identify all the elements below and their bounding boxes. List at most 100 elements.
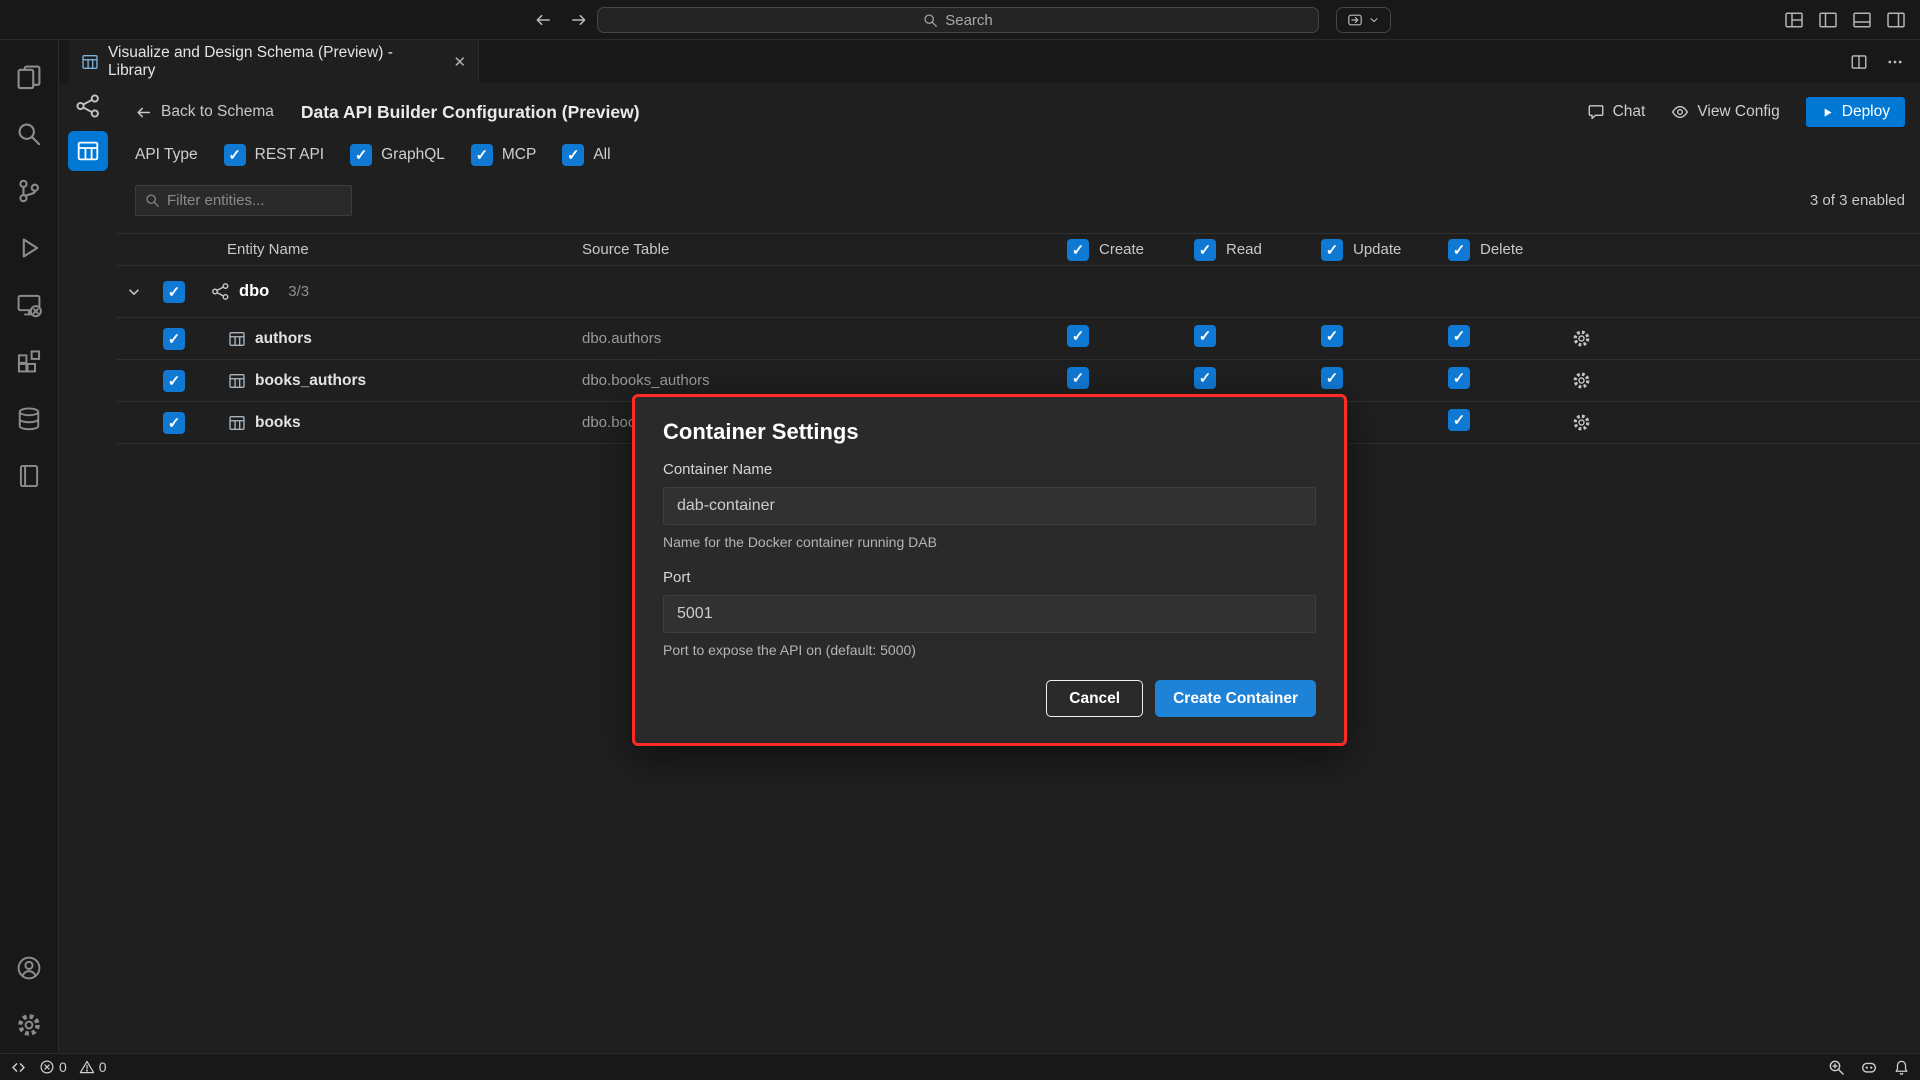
entity-name: books_authors	[255, 372, 366, 390]
update-checkbox[interactable]	[1321, 367, 1343, 389]
filter-entities-input[interactable]	[167, 192, 366, 209]
container-settings-dialog: Container Settings Container Name Name f…	[632, 394, 1347, 746]
eye-icon	[1671, 103, 1689, 121]
more-actions-icon[interactable]	[1886, 53, 1904, 71]
notifications-bell-icon[interactable]	[1893, 1059, 1910, 1076]
filter-rest-api[interactable]: REST API	[224, 144, 325, 166]
split-editor-icon[interactable]	[1850, 53, 1868, 71]
notebook-icon[interactable]	[0, 447, 59, 504]
row-checkbox[interactable]	[163, 370, 185, 392]
search-sidebar-icon[interactable]	[0, 105, 59, 162]
rest-api-checkbox[interactable]	[224, 144, 246, 166]
chat-label: Chat	[1613, 103, 1646, 121]
filter-entities-box	[135, 185, 352, 216]
toggle-secondary-sidebar-icon[interactable]	[1886, 10, 1906, 30]
errors-indicator[interactable]: 0	[39, 1059, 67, 1075]
create-all-checkbox[interactable]	[1067, 239, 1089, 261]
warnings-indicator[interactable]: 0	[79, 1059, 107, 1075]
container-name-input[interactable]	[663, 487, 1316, 525]
row-settings-gear-icon[interactable]	[1572, 413, 1920, 432]
settings-gear-icon[interactable]	[0, 996, 59, 1053]
create-container-button[interactable]: Create Container	[1155, 680, 1316, 717]
rest-api-label: REST API	[255, 146, 325, 164]
row-checkbox[interactable]	[163, 412, 185, 434]
tab-bar: Visualize and Design Schema (Preview) - …	[59, 40, 1920, 83]
table-header-row: Entity Name Source Table Create Read Upd…	[116, 233, 1920, 266]
filter-all[interactable]: All	[562, 144, 610, 166]
read-checkbox[interactable]	[1194, 367, 1216, 389]
schema-group-checkbox[interactable]	[163, 281, 185, 303]
tab-schema-icon	[81, 53, 99, 71]
entity-name: books	[255, 414, 301, 432]
filter-graphql[interactable]: GraphQL	[350, 144, 445, 166]
port-help: Port to expose the API on (default: 5000…	[663, 642, 1316, 658]
nav-forward-icon[interactable]	[570, 11, 588, 29]
explorer-icon[interactable]	[0, 48, 59, 105]
schema-icon	[211, 282, 230, 301]
row-settings-gear-icon[interactable]	[1572, 329, 1920, 348]
all-checkbox[interactable]	[562, 144, 584, 166]
schema-visualizer-icon[interactable]	[75, 93, 101, 119]
database-icon[interactable]	[0, 390, 59, 447]
collapse-chevron-icon[interactable]	[116, 284, 152, 300]
delete-checkbox[interactable]	[1448, 409, 1470, 431]
toggle-panel-icon[interactable]	[1852, 10, 1872, 30]
container-name-help: Name for the Docker container running DA…	[663, 534, 1316, 550]
cancel-button[interactable]: Cancel	[1046, 680, 1143, 717]
deploy-button[interactable]: Deploy	[1806, 97, 1905, 127]
update-all-checkbox[interactable]	[1321, 239, 1343, 261]
delete-checkbox[interactable]	[1448, 325, 1470, 347]
customize-layout-icon[interactable]	[1784, 10, 1804, 30]
view-config-button[interactable]: View Config	[1671, 103, 1779, 121]
mcp-checkbox[interactable]	[471, 144, 493, 166]
table-icon	[228, 372, 246, 390]
enabled-summary: 3 of 3 enabled	[1810, 192, 1905, 209]
account-icon[interactable]	[0, 939, 59, 996]
source-control-icon[interactable]	[0, 162, 59, 219]
all-label: All	[593, 146, 610, 164]
entity-name-header: Entity Name	[196, 241, 582, 258]
run-debug-icon[interactable]	[0, 219, 59, 276]
back-label: Back to Schema	[161, 103, 274, 121]
read-header: Read	[1226, 241, 1262, 258]
chat-button[interactable]: Chat	[1587, 103, 1646, 121]
update-header: Update	[1353, 241, 1401, 258]
session-dropdown-button[interactable]	[1336, 7, 1391, 33]
table-icon	[228, 330, 246, 348]
entity-name: authors	[255, 330, 312, 348]
error-icon	[39, 1059, 55, 1075]
mcp-label: MCP	[502, 146, 536, 164]
create-checkbox[interactable]	[1067, 367, 1089, 389]
delete-all-checkbox[interactable]	[1448, 239, 1470, 261]
graphql-label: GraphQL	[381, 146, 445, 164]
table-icon	[228, 414, 246, 432]
delete-checkbox[interactable]	[1448, 367, 1470, 389]
graphql-checkbox[interactable]	[350, 144, 372, 166]
port-input[interactable]	[663, 595, 1316, 633]
remote-indicator-icon[interactable]	[10, 1059, 27, 1076]
command-center-search[interactable]: Search	[597, 7, 1319, 33]
table-designer-active-icon[interactable]	[68, 131, 108, 171]
tab-visualize-design-schema[interactable]: Visualize and Design Schema (Preview) - …	[69, 40, 479, 83]
toggle-sidebar-icon[interactable]	[1818, 10, 1838, 30]
view-config-label: View Config	[1697, 103, 1779, 121]
update-checkbox[interactable]	[1321, 325, 1343, 347]
nav-back-icon[interactable]	[534, 11, 552, 29]
chevron-down-icon	[1368, 14, 1380, 26]
read-all-checkbox[interactable]	[1194, 239, 1216, 261]
remote-explorer-icon[interactable]	[0, 276, 59, 333]
zoom-icon[interactable]	[1828, 1059, 1845, 1076]
tab-close-icon[interactable]: ✕	[453, 53, 466, 71]
read-checkbox[interactable]	[1194, 325, 1216, 347]
back-to-schema-link[interactable]: Back to Schema	[135, 103, 274, 121]
api-type-label: API Type	[135, 146, 198, 164]
filter-mcp[interactable]: MCP	[471, 144, 536, 166]
schema-group-count: 3/3	[288, 283, 309, 300]
extensions-icon[interactable]	[0, 333, 59, 390]
entity-source: dbo.books_authors	[582, 372, 1060, 389]
search-label: Search	[945, 12, 993, 29]
row-checkbox[interactable]	[163, 328, 185, 350]
create-checkbox[interactable]	[1067, 325, 1089, 347]
row-settings-gear-icon[interactable]	[1572, 371, 1920, 390]
copilot-status-icon[interactable]	[1860, 1058, 1878, 1076]
